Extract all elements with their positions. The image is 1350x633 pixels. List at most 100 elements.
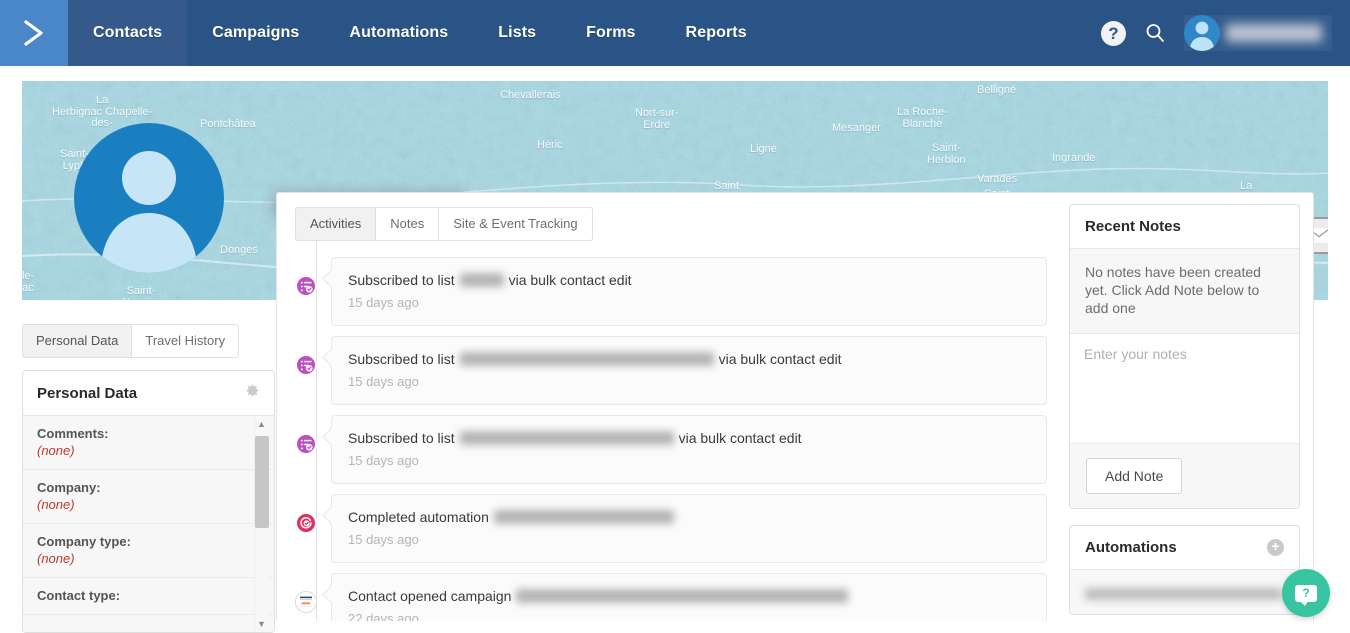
nav-label: Contacts: [93, 24, 162, 42]
navbar-right-actions: ?: [1101, 0, 1350, 66]
activity-content: Completed automation 15 days ago: [331, 494, 1047, 563]
list-subscribe-icon-glyph: [300, 280, 313, 293]
personal-data-panel: Personal Data Comments: (none) Company: …: [22, 370, 275, 633]
field-label: Company:: [37, 480, 260, 495]
redacted-automation-name: [494, 510, 674, 524]
redacted-automation-entry: [1085, 588, 1281, 600]
help-chat-widget[interactable]: ?: [1282, 569, 1330, 617]
field-label: Company type:: [37, 534, 260, 549]
activity-suffix: via bulk contact edit: [509, 272, 632, 288]
nav-label: Lists: [498, 24, 536, 42]
map-label: Ingrande: [1052, 153, 1095, 165]
right-sidebar: Recent Notes No notes have been created …: [1069, 204, 1300, 631]
map-label: Saint- Nazaire: [122, 286, 160, 300]
notes-panel-title: Recent Notes: [1085, 218, 1181, 235]
nav-label: Campaigns: [212, 24, 299, 42]
tab-label: Travel History: [145, 333, 225, 348]
tab-personal-data[interactable]: Personal Data: [22, 324, 132, 358]
help-icon[interactable]: ?: [1101, 21, 1126, 46]
notes-input[interactable]: [1070, 334, 1299, 438]
map-label: Ligne: [750, 144, 777, 156]
activity-prefix: Contact opened campaign: [348, 588, 511, 604]
activity-item[interactable]: Contact opened campaign 22 days ago: [295, 573, 1047, 621]
nav-item-contacts[interactable]: Contacts: [68, 0, 187, 66]
tab-notes[interactable]: Notes: [376, 207, 439, 241]
redacted-list-name: [460, 273, 504, 287]
map-label: La: [1240, 181, 1252, 193]
activity-content: Subscribed to list via bulk contact edit…: [331, 257, 1047, 326]
caret-up-icon[interactable]: ▲: [257, 416, 266, 432]
list-subscribe-icon: [295, 354, 317, 376]
activity-item[interactable]: Subscribed to list via bulk contact edit…: [295, 336, 1047, 405]
nav-item-forms[interactable]: Forms: [561, 0, 660, 66]
activity-content: Subscribed to list via bulk contact edit…: [331, 336, 1047, 405]
activity-item[interactable]: Completed automation 15 days ago: [295, 494, 1047, 563]
campaign-opened-icon-glyph: [298, 594, 314, 610]
tab-activities[interactable]: Activities: [295, 207, 376, 241]
field-value: (none): [37, 443, 260, 458]
activity-timestamp: 15 days ago: [348, 453, 1030, 468]
notes-empty-message: No notes have been created yet. Click Ad…: [1070, 249, 1299, 334]
activity-timestamp: 15 days ago: [348, 532, 1030, 547]
automation-completed-icon-glyph: [299, 516, 313, 530]
help-icon-glyph: ?: [1108, 25, 1118, 42]
list-subscribe-icon-glyph: [300, 359, 313, 372]
app-logo[interactable]: [0, 0, 68, 66]
activity-text: Completed automation: [348, 509, 1030, 525]
list-subscribe-icon: [295, 275, 317, 297]
field-row: Company: (none): [23, 470, 274, 524]
map-label: Belligné: [977, 85, 1016, 97]
nav-item-campaigns[interactable]: Campaigns: [187, 0, 324, 66]
user-menu[interactable]: [1184, 15, 1332, 51]
nav-label: Reports: [686, 24, 747, 42]
nav-item-automations[interactable]: Automations: [324, 0, 473, 66]
gear-icon-glyph: [245, 383, 260, 398]
tab-label: Personal Data: [36, 333, 118, 348]
activity-timestamp: 15 days ago: [348, 295, 1030, 310]
tab-label: Notes: [390, 216, 424, 231]
personal-data-fields: Comments: (none) Company: (none) Company…: [23, 416, 274, 632]
avatar: [1184, 15, 1220, 51]
field-row: Company type: (none): [23, 524, 274, 578]
chevron-right-logo-icon: [19, 18, 49, 48]
notes-panel-header: Recent Notes: [1070, 205, 1299, 249]
scroll-track[interactable]: [255, 432, 269, 616]
contact-avatar[interactable]: [74, 123, 224, 273]
nav-items: Contacts Campaigns Automations Lists For…: [68, 0, 772, 66]
field-value: (none): [37, 551, 260, 566]
activity-prefix: Subscribed to list: [348, 272, 455, 288]
activity-prefix: Subscribed to list: [348, 430, 455, 446]
redacted-list-name: [460, 431, 674, 445]
map-label: Saint: [714, 181, 739, 193]
left-sidebar: Personal Data Travel History Personal Da…: [22, 324, 275, 633]
activity-item[interactable]: Subscribed to list via bulk contact edit…: [295, 257, 1047, 326]
scroll-thumb[interactable]: [255, 436, 269, 528]
campaign-opened-icon: [295, 591, 317, 613]
map-label: le- ac: [22, 271, 34, 294]
nav-item-lists[interactable]: Lists: [473, 0, 561, 66]
caret-down-icon[interactable]: ▼: [257, 616, 266, 632]
add-note-button[interactable]: Add Note: [1086, 458, 1182, 494]
nav-label: Forms: [586, 24, 635, 42]
tab-travel-history[interactable]: Travel History: [132, 324, 239, 358]
search-icon-glyph: [1144, 22, 1166, 44]
gear-icon[interactable]: [245, 383, 260, 403]
list-subscribe-icon: [295, 433, 317, 455]
tab-label: Activities: [310, 216, 361, 231]
map-label: Donges: [220, 245, 258, 257]
map-label: Nort-sur- Erdre: [635, 108, 678, 131]
activity-text: Subscribed to list via bulk contact edit: [348, 430, 1030, 446]
activity-text: Contact opened campaign: [348, 588, 1030, 604]
field-row: Comments: (none): [23, 416, 274, 470]
panel-scrollbar[interactable]: ▲ ▼: [254, 416, 268, 632]
chat-help-label: ?: [1302, 586, 1309, 600]
automations-panel-title: Automations: [1085, 539, 1177, 556]
search-icon[interactable]: [1144, 22, 1166, 44]
nav-item-reports[interactable]: Reports: [661, 0, 772, 66]
plus-circle-icon[interactable]: +: [1267, 539, 1284, 556]
tab-site-event-tracking[interactable]: Site & Event Tracking: [439, 207, 592, 241]
automations-panel: Automations +: [1069, 525, 1300, 615]
map-label: Pontchâtea: [200, 119, 256, 131]
activity-text: Subscribed to list via bulk contact edit: [348, 351, 1030, 367]
activity-item[interactable]: Subscribed to list via bulk contact edit…: [295, 415, 1047, 484]
